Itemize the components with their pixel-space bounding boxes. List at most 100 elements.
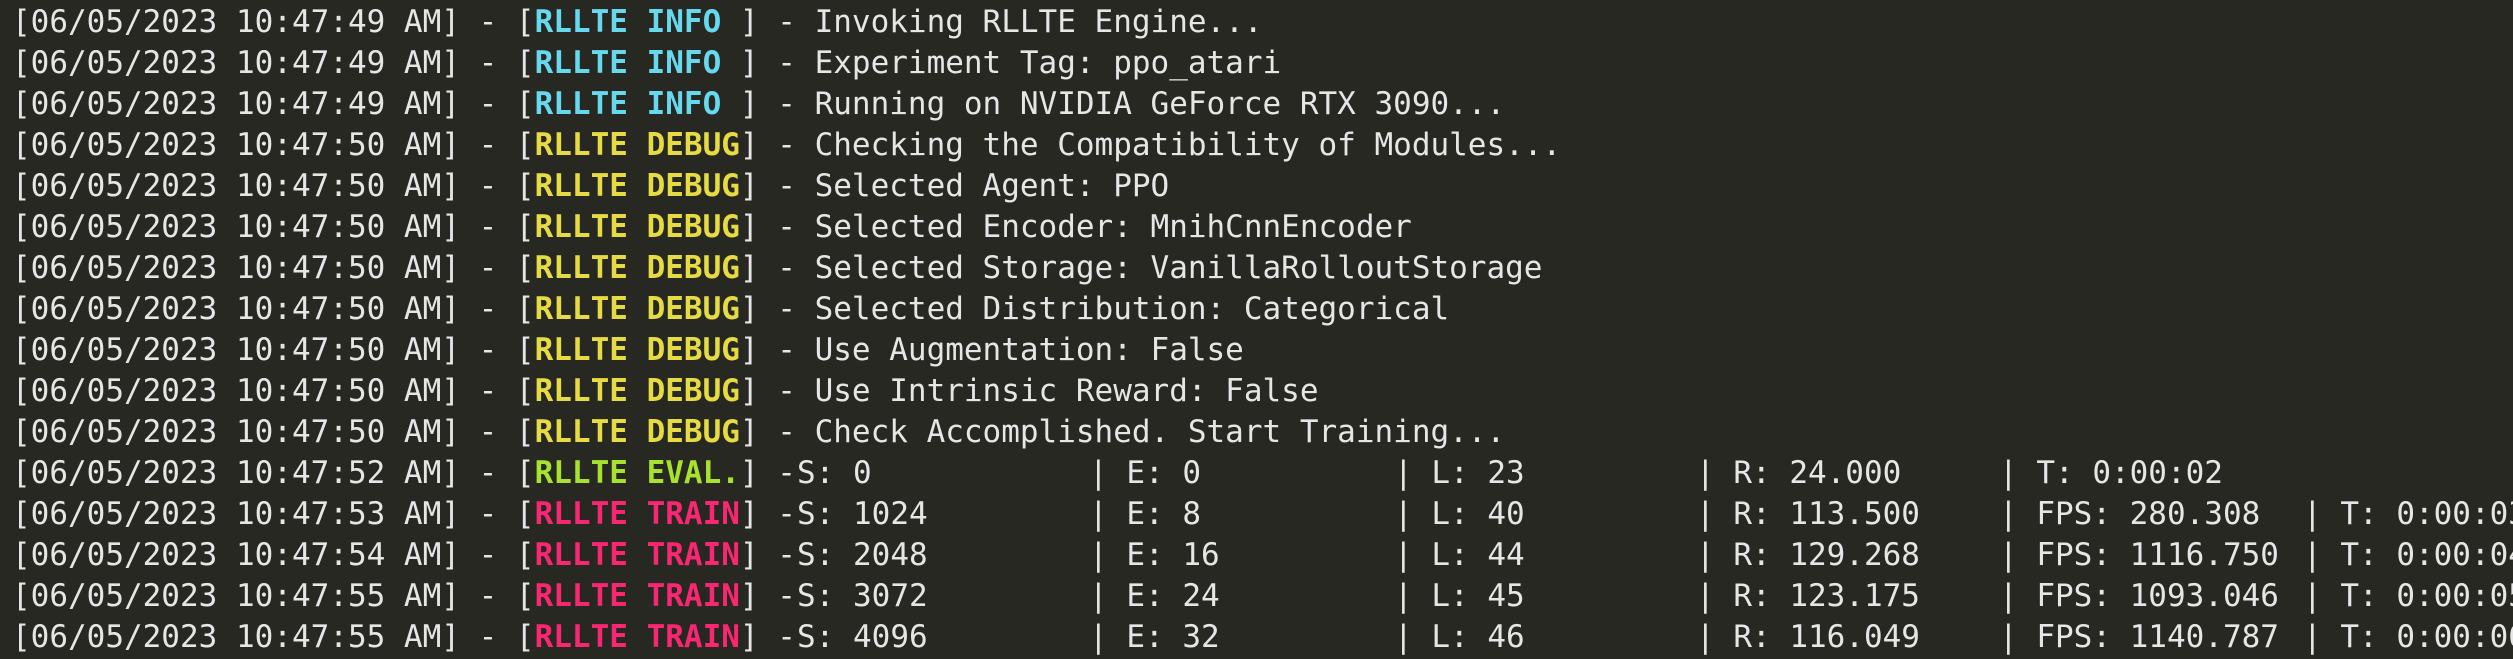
log-level: DEBUG [646,250,740,286]
log-line: [06/05/2023 10:47:49 AM] - [RLLTE INFO ]… [12,84,2513,125]
log-message: - Use Augmentation: False [758,332,1244,368]
log-bracket-close: ] [739,496,759,532]
stat-cell: | R: 113.500 [1696,496,1920,532]
log-timestamp: [06/05/2023 10:47:53 AM] [12,496,460,532]
stat-cell: | E: 0 [1089,455,1201,491]
log-level: DEBUG [646,168,740,204]
log-level: DEBUG [646,291,740,327]
log-bracket-close: ] [739,168,759,204]
log-line: [06/05/2023 10:47:50 AM] - [RLLTE DEBUG]… [12,125,2513,166]
log-separator: - [ [459,455,535,491]
log-timestamp: [06/05/2023 10:47:50 AM] [12,373,460,409]
log-prefix: RLLTE [534,291,628,327]
log-timestamp: [06/05/2023 10:47:49 AM] [12,4,460,40]
log-line: [06/05/2023 10:47:50 AM] - [RLLTE DEBUG]… [12,371,2513,412]
stat-cell: | T: 0:00:05 [2303,578,2513,614]
log-bracket-close: ] [739,291,759,327]
log-bracket-close: ] [739,127,759,163]
log-line: [06/05/2023 10:47:49 AM] - [RLLTE INFO ]… [12,2,2513,43]
stat-cell: | R: 24.000 [1696,455,1902,491]
log-prefix: RLLTE [534,250,628,286]
log-timestamp: [06/05/2023 10:47:50 AM] [12,250,460,286]
log-bracket-close: ] [739,455,759,491]
log-separator: - [ [459,496,535,532]
log-bracket-close: ] [739,4,759,40]
log-level: DEBUG [646,414,740,450]
log-level: INFO [646,4,740,40]
log-line: [06/05/2023 10:47:50 AM] - [RLLTE DEBUG]… [12,289,2513,330]
log-separator: - [ [459,373,535,409]
stat-cell: | L: 44 [1394,537,1525,573]
log-bracket-close: ] [739,619,759,655]
stat-cell: S: 4096 [797,619,928,655]
log-bracket-close: ] [739,414,759,450]
stat-cell: | FPS: 1116.750 [1999,537,2279,573]
log-prefix: RLLTE [534,537,628,573]
log-level: DEBUG [646,209,740,245]
log-timestamp: [06/05/2023 10:47:49 AM] [12,45,460,81]
log-level: INFO [646,45,740,81]
log-prefix: RLLTE [534,619,628,655]
log-level: DEBUG [646,373,740,409]
log-prefix: RLLTE [534,4,628,40]
log-line: [06/05/2023 10:47:52 AM] - [RLLTE EVAL.]… [12,453,2513,494]
log-level: DEBUG [646,127,740,163]
log-level: TRAIN [646,578,740,614]
log-timestamp: [06/05/2023 10:47:55 AM] [12,578,460,614]
log-line: [06/05/2023 10:47:55 AM] - [RLLTE TRAIN]… [12,576,2513,617]
log-level: EVAL. [646,455,740,491]
log-prefix: RLLTE [534,168,628,204]
log-timestamp: [06/05/2023 10:47:50 AM] [12,209,460,245]
stat-cell: | T: 0:00:03 [2303,496,2513,532]
log-separator: - [ [459,537,535,573]
stat-cell: | T: 0:00:02 [1999,455,2223,491]
log-message: - Checking the Compatibility of Modules.… [758,127,1562,163]
log-separator: - [ [459,578,535,614]
log-message: - Selected Encoder: MnihCnnEncoder [758,209,1412,245]
log-line: [06/05/2023 10:47:50 AM] - [RLLTE DEBUG]… [12,412,2513,453]
log-message: - Experiment Tag: ppo_atari [758,45,1282,81]
log-bracket-close: ] [739,578,759,614]
log-prefix: RLLTE [534,86,628,122]
log-separator: - [ [459,4,535,40]
stat-cell: | FPS: 1140.787 [1999,619,2279,655]
log-separator: - [ [459,414,535,450]
stat-cell: | R: 116.049 [1696,619,1920,655]
log-prefix: RLLTE [534,45,628,81]
stat-cell: | L: 45 [1394,578,1525,614]
log-prefix: RLLTE [534,414,628,450]
log-prefix: RLLTE [534,209,628,245]
log-timestamp: [06/05/2023 10:47:50 AM] [12,127,460,163]
log-level: TRAIN [646,496,740,532]
log-line: [06/05/2023 10:47:50 AM] - [RLLTE DEBUG]… [12,166,2513,207]
stat-cell: | FPS: 280.308 [1999,496,2261,532]
terminal-output[interactable]: [06/05/2023 10:47:49 AM] - [RLLTE INFO ]… [0,0,2513,659]
log-timestamp: [06/05/2023 10:47:52 AM] [12,455,460,491]
stat-cell: | E: 24 [1089,578,1220,614]
log-timestamp: [06/05/2023 10:47:50 AM] [12,332,460,368]
log-prefix: RLLTE [534,455,628,491]
stat-cell: | L: 46 [1394,619,1525,655]
log-line: [06/05/2023 10:47:50 AM] - [RLLTE DEBUG]… [12,248,2513,289]
log-level: TRAIN [646,537,740,573]
log-separator: - [ [459,127,535,163]
log-separator: - [ [459,332,535,368]
log-separator: - [ [459,291,535,327]
stat-cell: | L: 23 [1394,455,1525,491]
log-bracket-close: ] [739,250,759,286]
stat-cell: S: 0 [797,455,872,491]
log-separator: - [ [459,619,535,655]
log-message: - Selected Distribution: Categorical [758,291,1450,327]
log-separator: - [ [459,168,535,204]
log-bracket-close: ] [739,537,759,573]
log-message: - Selected Storage: VanillaRolloutStorag… [758,250,1543,286]
log-bracket-close: ] [739,373,759,409]
stat-cell: | E: 8 [1089,496,1201,532]
log-bracket-close: ] [739,209,759,245]
log-line: [06/05/2023 10:47:50 AM] - [RLLTE DEBUG]… [12,330,2513,371]
log-timestamp: [06/05/2023 10:47:50 AM] [12,291,460,327]
log-prefix: RLLTE [534,496,628,532]
log-prefix: RLLTE [534,332,628,368]
log-timestamp: [06/05/2023 10:47:50 AM] [12,168,460,204]
log-prefix: RLLTE [534,127,628,163]
